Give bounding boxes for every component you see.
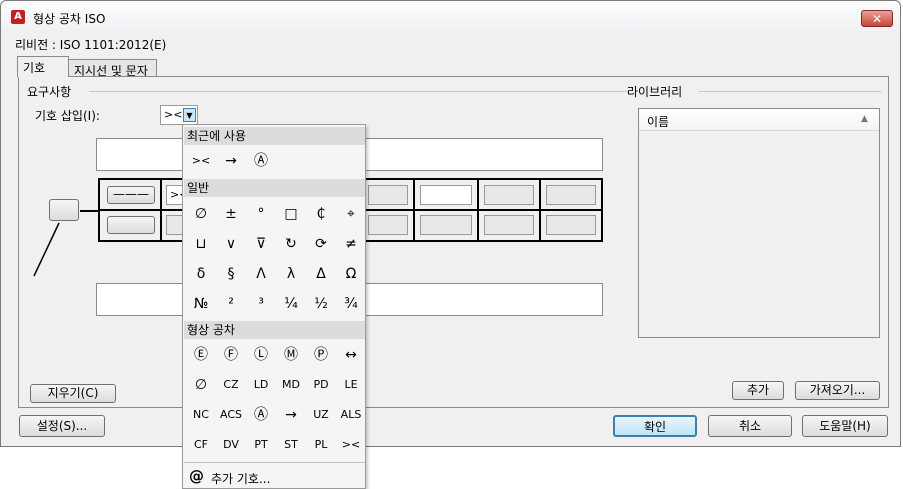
general-symbol-1-2[interactable]: ⊽ — [246, 229, 276, 259]
autocad-logo-icon: A — [11, 10, 25, 24]
general-symbol-3-3[interactable]: ¼ — [276, 289, 306, 319]
insert-symbol-value: >< — [164, 108, 183, 121]
help-button[interactable]: 도움말(H) — [802, 415, 888, 437]
gtol-symbol-0-4[interactable]: Ⓟ — [306, 340, 336, 370]
gtol-symbol-2-5[interactable]: ALS — [336, 400, 366, 430]
datum-cell-3[interactable] — [420, 185, 472, 205]
gtol-symbol-3-3[interactable]: ST — [276, 430, 306, 460]
datum-cell-4[interactable] — [420, 215, 472, 235]
datum-cell-6[interactable] — [484, 215, 534, 235]
general-symbol-1-4[interactable]: ⟳ — [306, 229, 336, 259]
dialog-window: A 형상 공차 ISO ✕ 리비전 : ISO 1101:2012(E) 기호 … — [0, 0, 901, 447]
import-button[interactable]: 가져오기... — [795, 381, 880, 400]
datum-cell-7[interactable] — [546, 185, 596, 205]
gtol-symbol-2-0[interactable]: NC — [186, 400, 216, 430]
general-symbol-2-3[interactable]: λ — [276, 259, 306, 289]
symbol-cell-button-1[interactable]: ——— — [107, 186, 155, 204]
cancel-button[interactable]: 취소 — [708, 415, 792, 437]
gtol-symbol-3-5[interactable]: >< — [336, 430, 366, 460]
datum-cell-1[interactable] — [368, 185, 408, 205]
gtol-symbol-3-0[interactable]: CF — [186, 430, 216, 460]
recent-symbol-1[interactable]: >< — [186, 146, 216, 176]
library-list[interactable]: 이름 ▲ — [638, 108, 880, 338]
gtol-symbol-2-4[interactable]: UZ — [306, 400, 336, 430]
tab-panel: 요구사항 기호 삽입(I): >< ▼ 라이브러리 이름 ▲ ——— >< 지우… — [18, 76, 889, 408]
gtol-symbol-2-2[interactable]: Ⓐ — [246, 400, 276, 430]
gtol-symbol-0-1[interactable]: Ⓕ — [216, 340, 246, 370]
tab-leader-text[interactable]: 지시선 및 문자 — [68, 59, 157, 78]
gtol-symbol-0-2[interactable]: Ⓛ — [246, 340, 276, 370]
general-header: 일반 — [184, 179, 365, 197]
gtol-symbol-0-5[interactable]: ↔ — [336, 340, 366, 370]
ok-button[interactable]: 확인 — [613, 415, 697, 437]
leader-line — [33, 210, 99, 277]
gtol-symbol-3-4[interactable]: PL — [306, 430, 336, 460]
recent-symbol-3[interactable]: Ⓐ — [246, 146, 276, 176]
gtol-symbol-1-0[interactable]: ∅ — [186, 370, 216, 400]
general-symbol-0-3[interactable]: □ — [276, 199, 306, 229]
general-symbol-1-3[interactable]: ↻ — [276, 229, 306, 259]
general-symbol-0-4[interactable]: ₵ — [306, 199, 336, 229]
gtol-symbol-0-0[interactable]: Ⓔ — [186, 340, 216, 370]
general-symbol-2-5[interactable]: Ω — [336, 259, 366, 289]
recent-header: 최근에 사용 — [184, 127, 365, 145]
gtol-symbol-2-3[interactable]: → — [276, 400, 306, 430]
general-symbol-3-1[interactable]: ² — [216, 289, 246, 319]
gtol-symbol-1-3[interactable]: MD — [276, 370, 306, 400]
general-symbol-3-5[interactable]: ¾ — [336, 289, 366, 319]
gtol-symbol-1-1[interactable]: CZ — [216, 370, 246, 400]
close-button[interactable]: ✕ — [861, 10, 893, 27]
gtol-symbol-1-2[interactable]: LD — [246, 370, 276, 400]
insert-symbol-dropdown[interactable]: >< ▼ — [160, 105, 198, 125]
gtol-symbol-0-3[interactable]: Ⓜ — [276, 340, 306, 370]
recent-symbol-2[interactable]: → — [216, 146, 246, 176]
gtol-symbol-1-5[interactable]: LE — [336, 370, 366, 400]
sort-ascending-icon: ▲ — [861, 114, 868, 124]
general-symbol-0-5[interactable]: ⌖ — [336, 199, 366, 229]
more-symbols-item[interactable]: 추가 기호... — [211, 470, 361, 486]
general-symbol-2-0[interactable]: δ — [186, 259, 216, 289]
settings-button[interactable]: 설정(S)... — [19, 415, 105, 437]
general-symbol-3-4[interactable]: ½ — [306, 289, 336, 319]
column-name-label: 이름 — [647, 115, 670, 129]
general-symbol-1-5[interactable]: ≠ — [336, 229, 366, 259]
gtol-symbol-3-2[interactable]: PT — [246, 430, 276, 460]
general-symbol-1-1[interactable]: ∨ — [216, 229, 246, 259]
library-column-header[interactable]: 이름 ▲ — [639, 109, 879, 131]
more-symbols-icon: @ — [189, 467, 204, 485]
add-button[interactable]: 추가 — [732, 381, 784, 400]
window-title: 형상 공차 ISO — [33, 12, 106, 26]
general-symbol-3-2[interactable]: ³ — [246, 289, 276, 319]
gtol-header: 형상 공차 — [184, 321, 365, 339]
general-symbol-2-1[interactable]: § — [216, 259, 246, 289]
library-heading: 라이브러리 — [627, 85, 683, 99]
general-symbol-0-2[interactable]: ° — [246, 199, 276, 229]
general-symbol-3-0[interactable]: № — [186, 289, 216, 319]
tab-symbol[interactable]: 기호 — [17, 56, 69, 77]
clear-button[interactable]: 지우기(C) — [30, 384, 116, 403]
chevron-down-icon: ▼ — [183, 108, 196, 122]
symbol-dropdown-menu: 최근에 사용 >< → Ⓐ 일반 ∅ ± ° □ ₵ ⌖ ⊔ ∨ ⊽ ↻ ⟳ ≠ δ § Λλ Δ Ω № ² ³ ¼ ½… — [182, 124, 366, 489]
datum-cell-2[interactable] — [368, 215, 408, 235]
general-symbol-2-2[interactable]: Λ — [246, 259, 276, 289]
symbol-cell-button-2[interactable] — [107, 216, 155, 234]
gtol-symbol-3-1[interactable]: DV — [216, 430, 246, 460]
general-symbol-2-4[interactable]: Δ — [306, 259, 336, 289]
datum-cell-5[interactable] — [484, 185, 534, 205]
revision-label: 리비전 : ISO 1101:2012(E) — [15, 38, 167, 52]
datum-cell-8[interactable] — [546, 215, 596, 235]
gtol-symbol-2-1[interactable]: ACS — [216, 400, 246, 430]
general-symbol-0-0[interactable]: ∅ — [186, 199, 216, 229]
general-symbol-0-1[interactable]: ± — [216, 199, 246, 229]
gtol-symbol-1-4[interactable]: PD — [306, 370, 336, 400]
general-symbol-1-0[interactable]: ⊔ — [186, 229, 216, 259]
title-bar: A 형상 공차 ISO ✕ — [1, 1, 900, 33]
